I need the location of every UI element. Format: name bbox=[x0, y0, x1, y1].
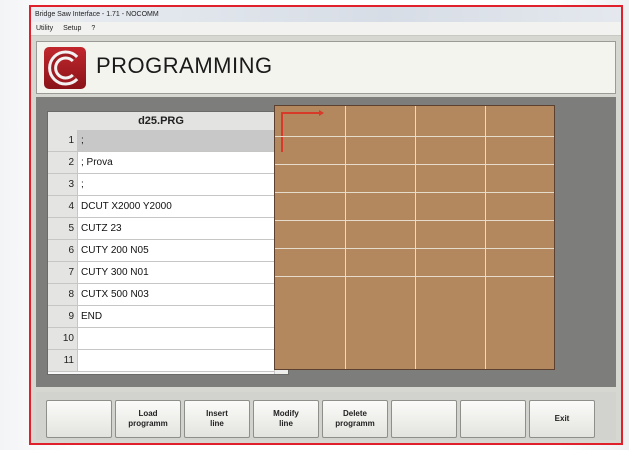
line-number: 1 bbox=[48, 130, 78, 151]
program-line[interactable]: 1; bbox=[48, 130, 274, 152]
blank-button-3[interactable] bbox=[460, 400, 526, 438]
grid-line-horizontal bbox=[275, 192, 554, 193]
program-line[interactable]: 8 CUTX 500 N03 bbox=[48, 284, 274, 306]
program-editor[interactable]: d25.PRG 1; 2; Prova 3; 4 DCUT X2000 Y2000 5 CU… bbox=[47, 111, 289, 375]
line-number: 4 bbox=[48, 196, 78, 217]
page-title: PROGRAMMING bbox=[96, 53, 273, 78]
program-line[interactable]: 10 bbox=[48, 328, 274, 350]
title-bar: Bridge Saw Interface - 1.71 - NOCOMM bbox=[31, 7, 621, 22]
line-code[interactable]: DCUT X2000 Y2000 bbox=[78, 196, 274, 217]
line-code[interactable]: CUTZ 23 bbox=[78, 218, 274, 239]
line-code[interactable] bbox=[78, 328, 274, 349]
program-line[interactable]: 6 CUTY 200 N05 bbox=[48, 240, 274, 262]
app-window: Bridge Saw Interface - 1.71 - NOCOMM Uti… bbox=[29, 5, 623, 445]
program-line[interactable]: 7 CUTY 300 N01 bbox=[48, 262, 274, 284]
grid-line-horizontal bbox=[275, 248, 554, 249]
program-line[interactable]: 2; Prova bbox=[48, 152, 274, 174]
grid-line-horizontal bbox=[275, 136, 554, 137]
line-number: 11 bbox=[48, 350, 78, 371]
line-number: 8 bbox=[48, 284, 78, 305]
line-number: 3 bbox=[48, 174, 78, 195]
menu-utility[interactable]: Utility bbox=[36, 25, 53, 32]
program-line[interactable]: 11 bbox=[48, 350, 274, 372]
program-line[interactable]: 3; bbox=[48, 174, 274, 196]
line-code[interactable]: END bbox=[78, 306, 274, 327]
line-number: 7 bbox=[48, 262, 78, 283]
function-button-bar: Load programm Insert line Modify line Delet… bbox=[36, 392, 616, 440]
line-code[interactable]: ; Prova bbox=[78, 152, 274, 173]
brand-logo-icon bbox=[44, 47, 86, 89]
grid-line-vertical bbox=[485, 106, 486, 369]
line-number: 10 bbox=[48, 328, 78, 349]
program-line[interactable]: 4 DCUT X2000 Y2000 bbox=[48, 196, 274, 218]
insert-line-button[interactable]: Insert line bbox=[184, 400, 250, 438]
menu-setup[interactable]: Setup bbox=[63, 25, 81, 32]
blank-button-1[interactable] bbox=[46, 400, 112, 438]
origin-x-axis-icon bbox=[281, 112, 321, 114]
line-number: 5 bbox=[48, 218, 78, 239]
grid-line-horizontal bbox=[275, 276, 554, 277]
modify-line-button[interactable]: Modify line bbox=[253, 400, 319, 438]
origin-arrow-icon bbox=[319, 110, 324, 116]
line-code[interactable]: ; bbox=[78, 130, 274, 151]
program-filename: d25.PRG bbox=[48, 112, 274, 131]
line-number: 9 bbox=[48, 306, 78, 327]
line-code[interactable]: ; bbox=[78, 174, 274, 195]
program-line[interactable]: 5 CUTZ 23 bbox=[48, 218, 274, 240]
delete-programm-button[interactable]: Delete programm bbox=[322, 400, 388, 438]
page-header: PROGRAMMING bbox=[36, 41, 616, 94]
blank-button-2[interactable] bbox=[391, 400, 457, 438]
grid-line-vertical bbox=[345, 106, 346, 369]
grid-line-vertical bbox=[415, 106, 416, 369]
line-code[interactable] bbox=[78, 350, 274, 371]
grid-line-horizontal bbox=[275, 220, 554, 221]
line-number: 2 bbox=[48, 152, 78, 173]
grid-line-horizontal bbox=[275, 164, 554, 165]
menu-bar: Utility Setup ? bbox=[31, 22, 621, 36]
exit-button[interactable]: Exit bbox=[529, 400, 595, 438]
load-programm-button[interactable]: Load programm bbox=[115, 400, 181, 438]
line-code[interactable]: CUTX 500 N03 bbox=[78, 284, 274, 305]
origin-y-axis-icon bbox=[281, 112, 283, 152]
program-line[interactable]: 9 END bbox=[48, 306, 274, 328]
line-code[interactable]: CUTY 200 N05 bbox=[78, 240, 274, 261]
cutting-preview-canvas[interactable] bbox=[274, 105, 555, 370]
line-number: 6 bbox=[48, 240, 78, 261]
line-code[interactable]: CUTY 300 N01 bbox=[78, 262, 274, 283]
menu-help[interactable]: ? bbox=[91, 25, 95, 32]
